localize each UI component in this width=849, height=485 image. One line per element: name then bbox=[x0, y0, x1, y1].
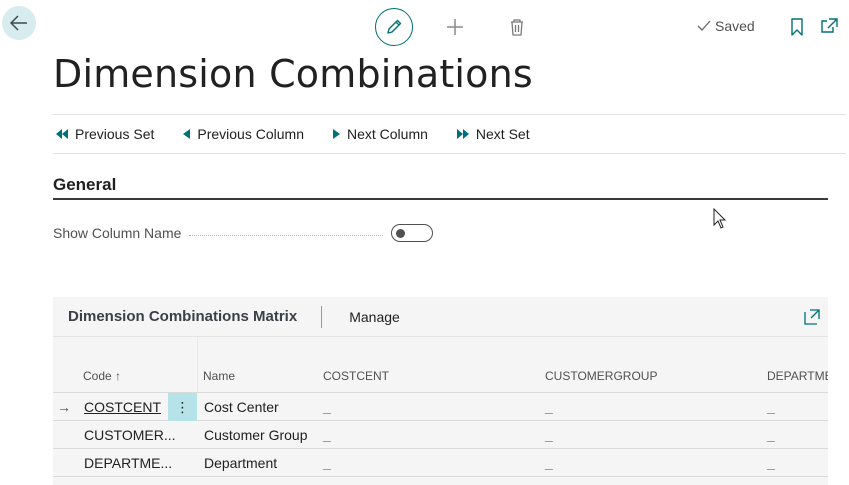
plus-icon bbox=[447, 19, 463, 35]
row-actions-menu-button[interactable]: ⋮ bbox=[168, 393, 197, 421]
show-column-name-toggle[interactable] bbox=[391, 224, 433, 242]
show-column-name-label: Show Column Name bbox=[53, 225, 182, 241]
saved-label: Saved bbox=[715, 18, 755, 34]
matrix-value-cell[interactable]: _ bbox=[323, 449, 331, 477]
column-header-costcent[interactable]: COSTCENT bbox=[323, 369, 389, 383]
matrix-header-divider bbox=[321, 305, 323, 328]
matrix-title[interactable]: Dimension Combinations Matrix bbox=[68, 308, 297, 325]
page-title: Dimension Combinations bbox=[53, 52, 533, 96]
grid-header-row: Code ↑ Name COSTCENT CUSTOMERGROUP DEPAR… bbox=[53, 337, 828, 393]
name-cell: Department bbox=[204, 455, 278, 471]
matrix-header: Dimension Combinations Matrix Manage bbox=[53, 297, 828, 337]
double-triangle-left-icon bbox=[56, 129, 68, 139]
code-cell[interactable]: CUSTOMER... bbox=[84, 421, 176, 449]
open-in-new-window-icon bbox=[821, 18, 838, 33]
expand-icon[interactable] bbox=[804, 309, 820, 325]
column-header-name[interactable]: Name bbox=[203, 369, 235, 383]
open-in-new-window-button[interactable] bbox=[820, 17, 838, 35]
matrix-value-cell[interactable]: _ bbox=[323, 393, 331, 421]
matrix-value-cell[interactable]: _ bbox=[767, 421, 775, 449]
back-button[interactable] bbox=[2, 6, 36, 40]
saved-status: Saved bbox=[697, 18, 755, 34]
code-cell[interactable]: DEPARTME... bbox=[84, 449, 172, 477]
matrix-value-cell[interactable]: _ bbox=[767, 449, 775, 477]
table-row[interactable]: CUSTOMER... Customer Group _ _ _ bbox=[53, 421, 828, 449]
new-button[interactable] bbox=[444, 16, 466, 38]
checkmark-icon bbox=[697, 20, 711, 31]
name-cell: Cost Center bbox=[204, 399, 279, 415]
toggle-knob bbox=[396, 228, 405, 238]
next-column-label: Next Column bbox=[346, 126, 428, 142]
bookmark-icon bbox=[791, 18, 803, 36]
dimension-combinations-matrix: Dimension Combinations Matrix Manage Cod… bbox=[53, 297, 828, 485]
next-set-action[interactable]: Next Set bbox=[456, 126, 530, 142]
mouse-cursor-icon bbox=[713, 208, 727, 229]
matrix-value-cell[interactable]: _ bbox=[545, 449, 553, 477]
previous-column-action[interactable]: Previous Column bbox=[182, 126, 304, 142]
trash-icon bbox=[511, 19, 523, 36]
bookmark-button[interactable] bbox=[789, 17, 805, 37]
column-header-department[interactable]: DEPARTMENT bbox=[767, 369, 828, 383]
table-row[interactable]: → COSTCENT ⋮ Cost Center _ _ _ bbox=[53, 393, 828, 421]
section-divider bbox=[53, 198, 828, 200]
matrix-value-cell[interactable]: _ bbox=[767, 393, 775, 421]
previous-set-action[interactable]: Previous Set bbox=[55, 126, 154, 142]
delete-button[interactable] bbox=[507, 16, 527, 38]
column-header-code[interactable]: Code ↑ bbox=[83, 369, 121, 383]
matrix-grid: Code ↑ Name COSTCENT CUSTOMERGROUP DEPAR… bbox=[53, 337, 828, 477]
column-divider bbox=[197, 337, 198, 392]
table-row[interactable]: DEPARTME... Department _ _ _ bbox=[53, 449, 828, 477]
next-column-action[interactable]: Next Column bbox=[332, 126, 428, 142]
previous-column-label: Previous Column bbox=[197, 126, 304, 142]
edit-button[interactable] bbox=[375, 8, 413, 46]
next-set-label: Next Set bbox=[475, 126, 530, 142]
row-selected-arrow-icon: → bbox=[57, 399, 71, 415]
code-cell[interactable]: COSTCENT bbox=[84, 393, 161, 421]
action-bar: Previous Set Previous Column Next Column… bbox=[53, 114, 846, 154]
arrow-left-icon bbox=[10, 15, 27, 31]
show-column-name-field: Show Column Name bbox=[53, 222, 433, 244]
matrix-value-cell[interactable]: _ bbox=[545, 421, 553, 449]
previous-set-label: Previous Set bbox=[75, 126, 155, 142]
triangle-right-icon bbox=[332, 129, 340, 139]
field-leader-dots bbox=[189, 234, 383, 236]
column-header-customergroup[interactable]: CUSTOMERGROUP bbox=[545, 369, 657, 383]
matrix-value-cell[interactable]: _ bbox=[545, 393, 553, 421]
double-triangle-right-icon bbox=[456, 129, 469, 139]
name-cell: Customer Group bbox=[204, 427, 308, 443]
manage-button[interactable]: Manage bbox=[349, 309, 400, 325]
pencil-icon bbox=[387, 19, 402, 34]
triangle-left-icon bbox=[183, 129, 191, 139]
matrix-value-cell[interactable]: _ bbox=[323, 421, 331, 449]
general-section-title[interactable]: General bbox=[53, 175, 116, 195]
